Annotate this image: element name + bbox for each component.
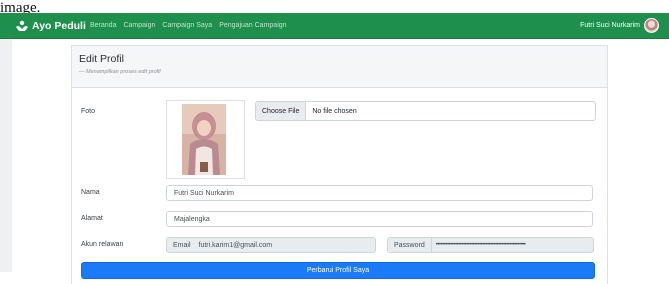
nav-link-pengajuan-campaign[interactable]: Pengajuan Campaign bbox=[219, 22, 286, 29]
password-addon: Password bbox=[388, 238, 432, 252]
address-label: Alamat bbox=[81, 215, 103, 222]
update-profile-button[interactable]: Perbarui Profil Saya bbox=[81, 262, 595, 279]
user-menu[interactable]: Futri Suci Nurkarim bbox=[580, 13, 659, 38]
address-input[interactable]: Majalengka bbox=[166, 211, 593, 227]
page: image. Ayo Peduli Beranda Campaign Campa… bbox=[0, 0, 669, 284]
nav-links: Beranda Campaign Campaign Saya Pengajuan… bbox=[90, 13, 287, 38]
nav-link-beranda[interactable]: Beranda bbox=[90, 22, 116, 29]
profile-photo-image bbox=[182, 104, 226, 175]
sidebar-strip bbox=[0, 39, 12, 272]
name-input[interactable]: Futri Suci Nurkarim bbox=[166, 185, 593, 201]
hand-heart-icon bbox=[15, 20, 29, 32]
choose-file-button[interactable]: Choose File bbox=[256, 102, 307, 120]
nav-link-campaign-saya[interactable]: Campaign Saya bbox=[162, 22, 212, 29]
brand-link[interactable]: Ayo Peduli bbox=[15, 13, 86, 38]
avatar bbox=[644, 18, 659, 33]
email-value: futri.karim1@gmail.com bbox=[198, 241, 273, 249]
password-value: ••••••••••••••••••••••••••••••••••••••••… bbox=[435, 242, 526, 248]
photo-label: Foto bbox=[81, 108, 96, 115]
file-status: No file chosen bbox=[312, 107, 357, 115]
page-subtitle: — Menampilkan proses edit profil bbox=[79, 69, 161, 75]
name-label: Nama bbox=[81, 189, 100, 196]
user-name: Futri Suci Nurkarim bbox=[580, 22, 640, 29]
password-field[interactable]: Password •••••••••••••••••••••••••••••••… bbox=[387, 237, 594, 253]
email-addon: Email bbox=[167, 238, 195, 252]
nav-link-campaign[interactable]: Campaign bbox=[123, 22, 155, 29]
brand-name: Ayo Peduli bbox=[32, 19, 86, 32]
profile-photo bbox=[166, 100, 245, 179]
account-label: Akun relawan bbox=[81, 241, 124, 248]
card-header: Edit Profil — Menampilkan proses edit pr… bbox=[72, 46, 607, 88]
email-field[interactable]: Email futri.karim1@gmail.com bbox=[166, 237, 376, 253]
photo-file-input[interactable]: Choose File No file chosen bbox=[255, 101, 596, 121]
page-title: Edit Profil bbox=[79, 53, 124, 65]
top-navbar: Ayo Peduli Beranda Campaign Campaign Say… bbox=[0, 13, 669, 39]
